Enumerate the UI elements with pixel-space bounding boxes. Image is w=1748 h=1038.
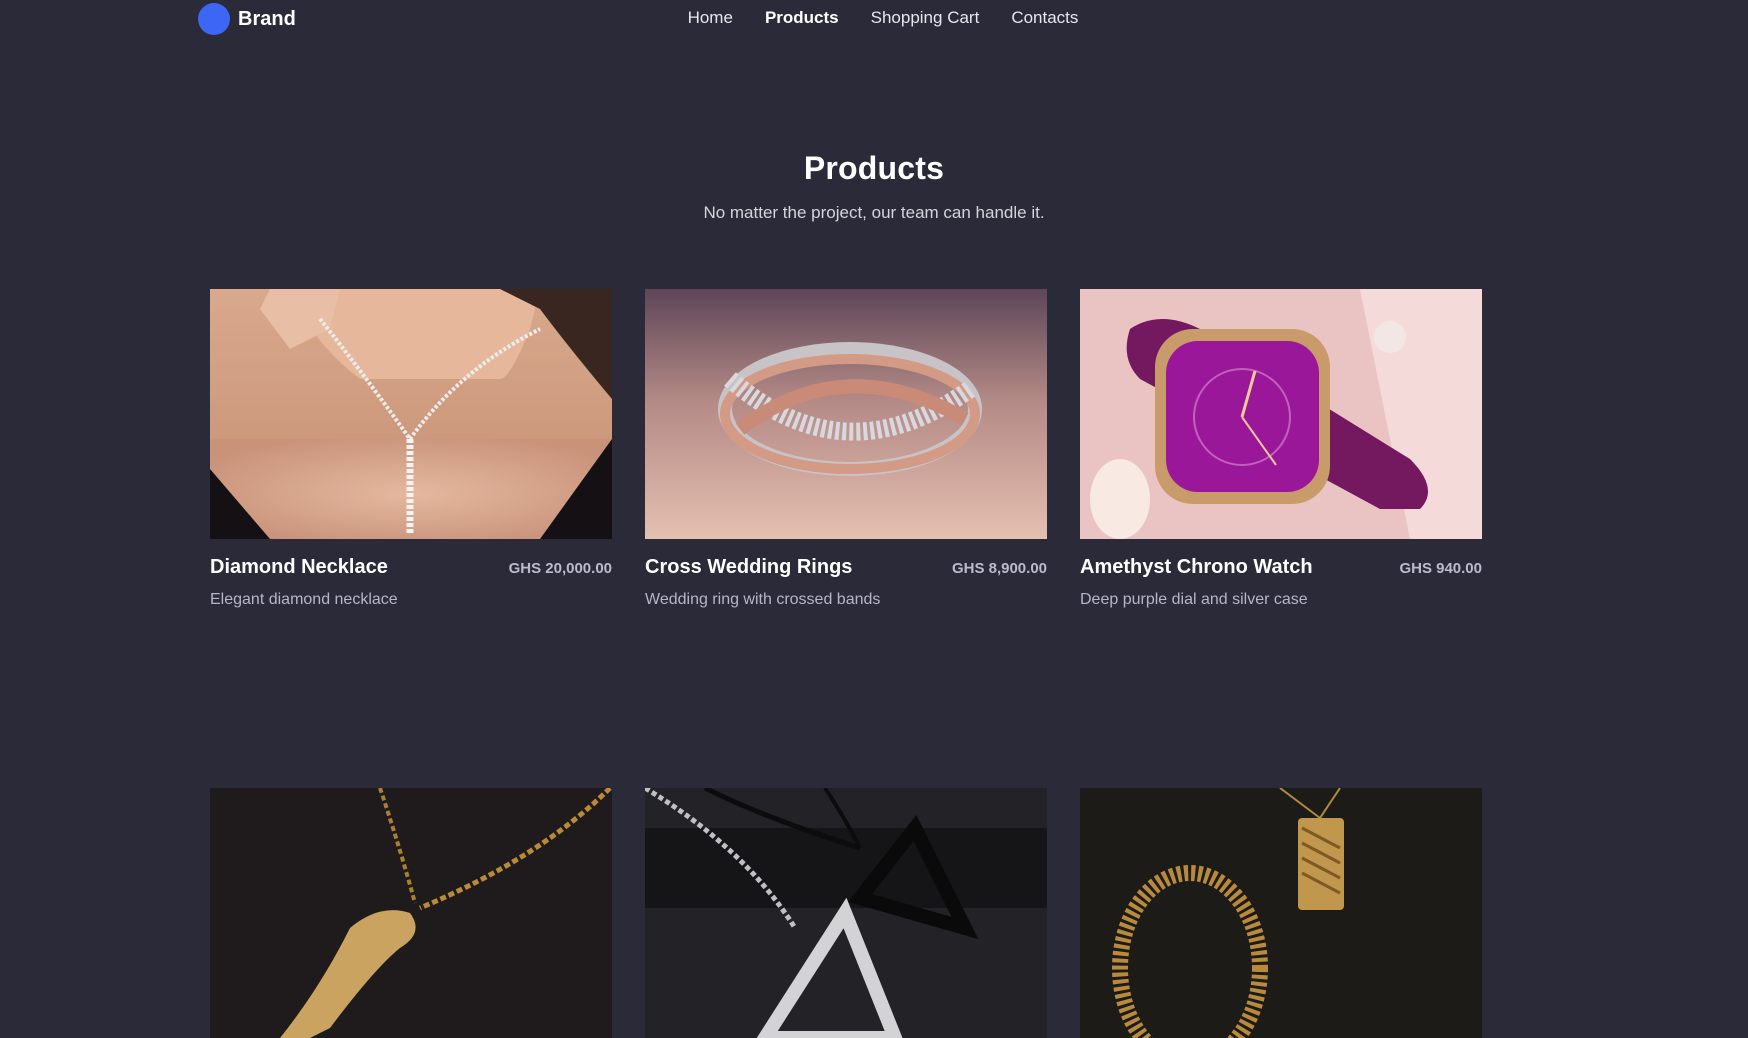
navbar: Brand Home Products Shopping Cart Contac… — [0, 0, 1748, 38]
product-price: GHS 940.00 — [1399, 560, 1482, 577]
product-card[interactable]: Cross Wedding Rings GHS 8,900.00 Wedding… — [645, 289, 1047, 609]
product-description: Wedding ring with crossed bands — [645, 591, 881, 608]
gold-bracelet-photo[interactable] — [1080, 788, 1482, 1038]
hero: Products No matter the project, our team… — [0, 150, 1748, 223]
ring-photo[interactable] — [645, 289, 1047, 539]
product-card[interactable] — [210, 788, 612, 1038]
nav-item-products[interactable]: Products — [765, 8, 839, 28]
product-price: GHS 20,000.00 — [508, 560, 612, 577]
nav-item-home[interactable]: Home — [688, 8, 733, 28]
watch-photo[interactable] — [1080, 289, 1482, 539]
nav-links: Home Products Shopping Cart Contacts — [0, 8, 1748, 28]
product-card[interactable] — [1080, 788, 1482, 1038]
product-description: Elegant diamond necklace — [210, 591, 398, 608]
product-card[interactable] — [645, 788, 1047, 1038]
page-subtitle: No matter the project, our team can hand… — [703, 203, 1045, 222]
product-title: Diamond Necklace — [210, 556, 388, 578]
necklace-photo[interactable] — [210, 289, 612, 539]
product-card[interactable]: Diamond Necklace GHS 20,000.00 Elegant d… — [210, 289, 612, 609]
product-title: Cross Wedding Rings — [645, 556, 853, 578]
page-title: Products — [803, 150, 945, 186]
nav-item-contacts[interactable]: Contacts — [1011, 8, 1078, 28]
product-price: GHS 8,900.00 — [951, 560, 1047, 577]
gold-pendant-photo[interactable] — [210, 788, 612, 1038]
product-grid: Diamond Necklace GHS 20,000.00 Elegant d… — [210, 289, 1482, 1038]
product-title: Amethyst Chrono Watch — [1080, 556, 1313, 578]
product-card[interactable]: Amethyst Chrono Watch GHS 940.00 Deep pu… — [1080, 289, 1482, 609]
nav-item-shopping-cart[interactable]: Shopping Cart — [871, 8, 980, 28]
product-description: Deep purple dial and silver case — [1080, 591, 1308, 608]
triangle-pendants-photo[interactable] — [645, 788, 1047, 1038]
